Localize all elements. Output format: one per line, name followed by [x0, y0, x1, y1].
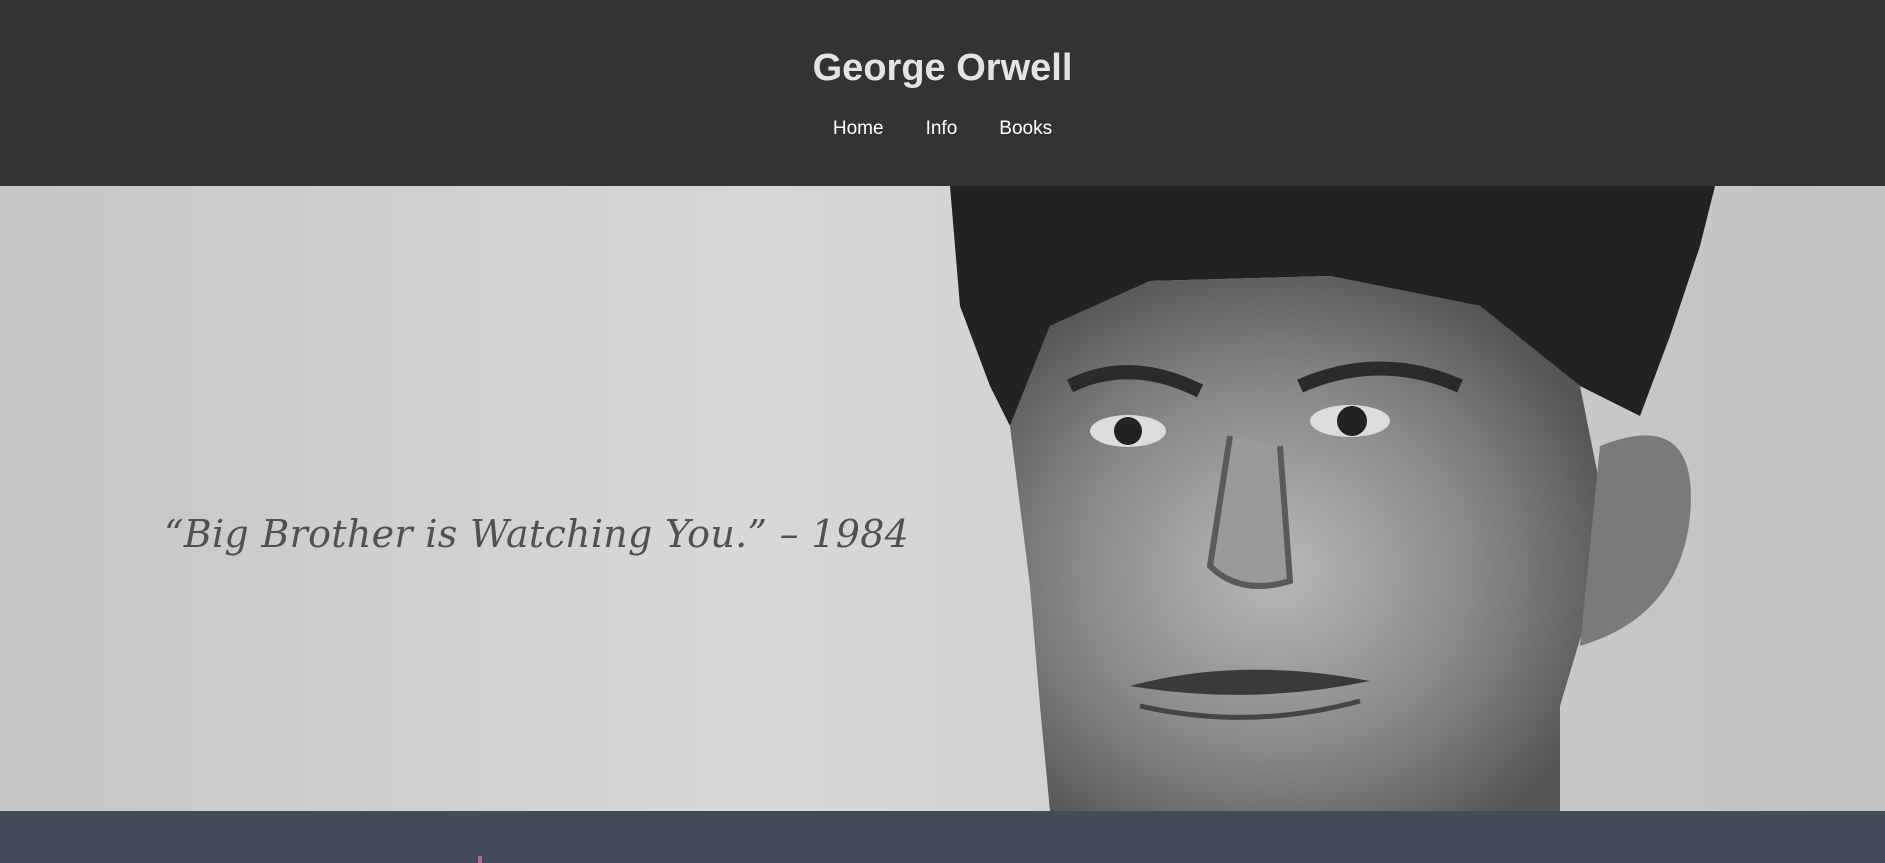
section-decoration — [478, 856, 482, 863]
hero-banner: “Big Brother is Watching You.” – 1984 — [0, 186, 1885, 811]
nav-info-link[interactable]: Info — [905, 116, 979, 142]
content-section-top — [0, 811, 1885, 863]
portrait-image — [0, 186, 1885, 811]
main-nav: Home Info Books — [0, 116, 1885, 142]
nav-home-link[interactable]: Home — [812, 116, 905, 142]
nav-books-link[interactable]: Books — [978, 116, 1073, 142]
site-header: George Orwell Home Info Books — [0, 0, 1885, 186]
hero-quote: “Big Brother is Watching You.” – 1984 — [164, 512, 910, 556]
site-title: George Orwell — [812, 47, 1073, 89]
